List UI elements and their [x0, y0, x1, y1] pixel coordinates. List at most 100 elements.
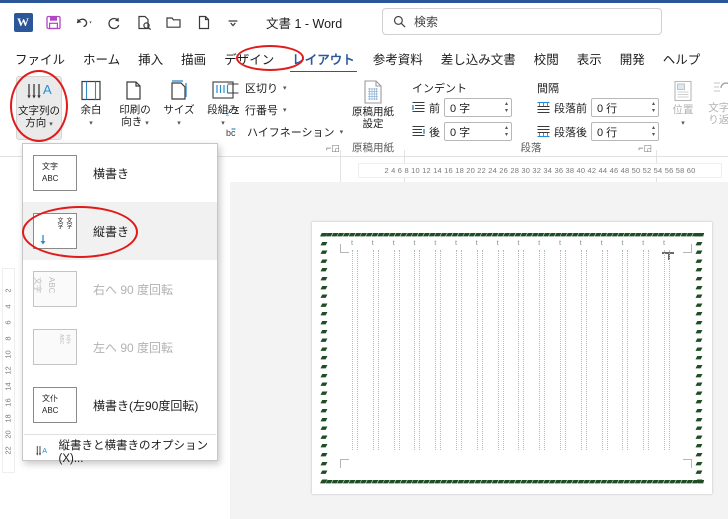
breaks-menu[interactable]: 区切り ▾ — [226, 80, 287, 96]
word-logo-icon: W — [8, 8, 38, 38]
svg-text:A: A — [42, 445, 47, 454]
column-mark: t — [538, 238, 541, 247]
horizontal-ruler[interactable]: 2 4 6 8 10 12 14 16 18 20 22 24 26 28 30… — [358, 163, 722, 178]
text-direction-label-2: 方向 — [25, 116, 47, 129]
spacing-before-icon — [537, 101, 550, 113]
vruler-tick: 20 — [4, 430, 13, 439]
manuscript-column: t — [497, 238, 504, 450]
orientation-label-2: 向き — [121, 115, 143, 128]
word-logo-glyph: W — [13, 13, 33, 32]
indent-left-spinner[interactable]: ▴ ▾ — [505, 99, 508, 116]
tab-layout[interactable]: レイアウト — [283, 46, 364, 73]
text-direction-button[interactable]: A 文字列の 方向 ▾ — [16, 76, 62, 140]
margins-button[interactable]: 余白 ▾ — [68, 76, 114, 140]
orientation-icon — [126, 81, 141, 100]
manuscript-icon — [364, 80, 382, 104]
menu-item-horizontal-rotate-left-90[interactable]: 文仆 ABC 横書き(左90度回転) — [23, 376, 217, 434]
vruler-tick: 18 — [4, 414, 13, 423]
hyphenation-menu[interactable]: bc ハイフネーション ▾ — [226, 124, 343, 140]
manuscript-group-label: 原稿用紙 — [352, 142, 394, 154]
redo-icon[interactable] — [98, 8, 128, 38]
page-setup-dialog-launcher[interactable]: ⌐◲ — [326, 143, 340, 154]
indent-right-field[interactable]: 後 0 字 ▴ ▾ — [412, 122, 512, 141]
manuscript-column: t — [580, 238, 587, 450]
spacing-before-spinner[interactable]: ▴ ▾ — [652, 99, 655, 116]
save-icon[interactable] — [38, 8, 68, 38]
tab-developer[interactable]: 開発 — [611, 46, 654, 71]
manuscript-column: t — [642, 238, 650, 450]
document-page[interactable]: ▰▰▰▰▰▰▰▰▰▰▰▰▰▰▰▰▰▰▰▰▰▰▰▰▰▰▰▰▰▰▰▰▰▰▰▰▰▰▰▰… — [312, 222, 712, 494]
menu-item-vertical[interactable]: 文字 文字 縦書き — [23, 202, 217, 260]
manuscript-column: t — [621, 238, 629, 450]
indent-header: インデント — [412, 83, 467, 95]
search-box[interactable]: 検索 — [382, 8, 662, 35]
menu-item-rotate-left-90: 文字 ABC 左へ 90 度回転 — [23, 318, 217, 376]
margin-corner-bottom-right — [683, 459, 692, 468]
tab-file[interactable]: ファイル — [6, 46, 74, 71]
tab-help[interactable]: ヘルプ — [654, 46, 710, 71]
wrap-text-button[interactable]: 文字列り返し — [704, 76, 728, 140]
document-canvas[interactable]: ▰▰▰▰▰▰▰▰▰▰▰▰▰▰▰▰▰▰▰▰▰▰▰▰▰▰▰▰▰▰▰▰▰▰▰▰▰▰▰▰… — [230, 182, 728, 519]
vertical-ruler[interactable]: 2 4 6 8 10 12 14 16 18 20 22 — [2, 268, 15, 473]
manuscript-grid[interactable]: t t t t t t t t t t t t t t t t — [351, 238, 670, 450]
tab-references[interactable]: 参考資料 — [364, 46, 432, 71]
line-numbers-menu[interactable]: 12 行番号 ▾ — [226, 102, 287, 118]
thumb-line-1: 文字 — [42, 162, 58, 171]
position-label: 位置 — [672, 104, 694, 116]
line-numbers-label: 行番号 — [245, 105, 278, 117]
print-preview-icon[interactable] — [128, 8, 158, 38]
menu-item-horizontal[interactable]: 文字 ABC 横書き — [23, 144, 217, 202]
paragraph-dialog-launcher[interactable]: ⌐◲ — [638, 143, 652, 154]
breaks-label: 区切り — [245, 83, 278, 95]
word-window: W 文書 1 - Word 検索 ファイル ホーム 挿入 描画 デザイン レイア… — [0, 0, 728, 519]
spacing-after-spinner[interactable]: ▴ ▾ — [652, 123, 655, 140]
manuscript-column: t — [538, 238, 546, 450]
spacing-before-field[interactable]: 段落前 0 行 ▴ ▾ — [537, 98, 659, 117]
vruler-tick: 4 — [3, 304, 13, 309]
tab-insert[interactable]: 挿入 — [129, 46, 172, 71]
group-arrange: 位置 ▾ 文字列り返し — [658, 74, 728, 156]
quick-access-toolbar: W — [0, 8, 248, 38]
open-folder-icon[interactable] — [158, 8, 188, 38]
menu-item-horizontal-label: 横書き — [93, 166, 130, 181]
undo-icon[interactable] — [68, 8, 98, 38]
paragraph-group-label: 段落 — [520, 142, 542, 154]
text-direction-icon: A — [36, 445, 47, 456]
orientation-button[interactable]: 印刷の 向き ▾ — [112, 76, 158, 140]
spacing-after-input[interactable]: 0 行 ▴ ▾ — [591, 122, 659, 141]
title-accent-bar — [0, 0, 728, 3]
indent-left-input[interactable]: 0 字 ▴ ▾ — [444, 98, 512, 117]
position-button[interactable]: 位置 ▾ — [660, 76, 706, 140]
indent-left-label: 前 — [429, 102, 440, 115]
column-mark: t — [642, 238, 645, 247]
tab-mailings[interactable]: 差し込み文書 — [432, 46, 525, 71]
spacing-after-icon — [537, 126, 550, 138]
manuscript-settings-button[interactable]: 原稿用紙 設定 — [350, 76, 396, 140]
text-direction-menu[interactable]: 文字 ABC 横書き 文字 文字 縦書き 文字 ABC 右へ 90 度回転 文字… — [22, 143, 218, 465]
tab-design[interactable]: デザイン — [215, 46, 283, 71]
vruler-tick: 16 — [4, 398, 13, 407]
indent-right-spinner[interactable]: ▴ ▾ — [505, 123, 508, 140]
tab-review[interactable]: 校閲 — [525, 46, 568, 71]
tab-home[interactable]: ホーム — [74, 46, 129, 71]
size-button[interactable]: サイズ ▾ — [156, 76, 202, 140]
chevron-down-icon: ▾ — [283, 84, 287, 92]
column-mark: t — [579, 238, 582, 247]
indent-right-input[interactable]: 0 字 ▴ ▾ — [444, 122, 512, 141]
spacing-after-value: 0 行 — [597, 126, 618, 139]
tab-view[interactable]: 表示 — [568, 46, 611, 71]
spacing-before-input[interactable]: 0 行 ▴ ▾ — [591, 98, 659, 117]
indent-left-field[interactable]: 前 0 字 ▴ ▾ — [412, 98, 512, 117]
column-mark: t — [434, 238, 437, 247]
spacing-after-field[interactable]: 段落後 0 行 ▴ ▾ — [537, 122, 659, 141]
wrap-text-label-2: り返し — [708, 113, 728, 126]
indent-right-icon — [412, 126, 425, 136]
chevron-down-icon: ▾ — [283, 106, 287, 114]
column-mark: t — [496, 238, 499, 247]
menu-item-text-direction-options[interactable]: A 縦書きと横書きのオプション(X)... — [23, 435, 217, 467]
tab-draw[interactable]: 描画 — [172, 46, 215, 71]
group-manuscript: 原稿用紙 設定 原稿用紙 — [342, 74, 404, 156]
manuscript-column: t — [413, 238, 421, 450]
new-document-icon[interactable] — [188, 8, 218, 38]
customize-qat-icon[interactable] — [218, 8, 248, 38]
